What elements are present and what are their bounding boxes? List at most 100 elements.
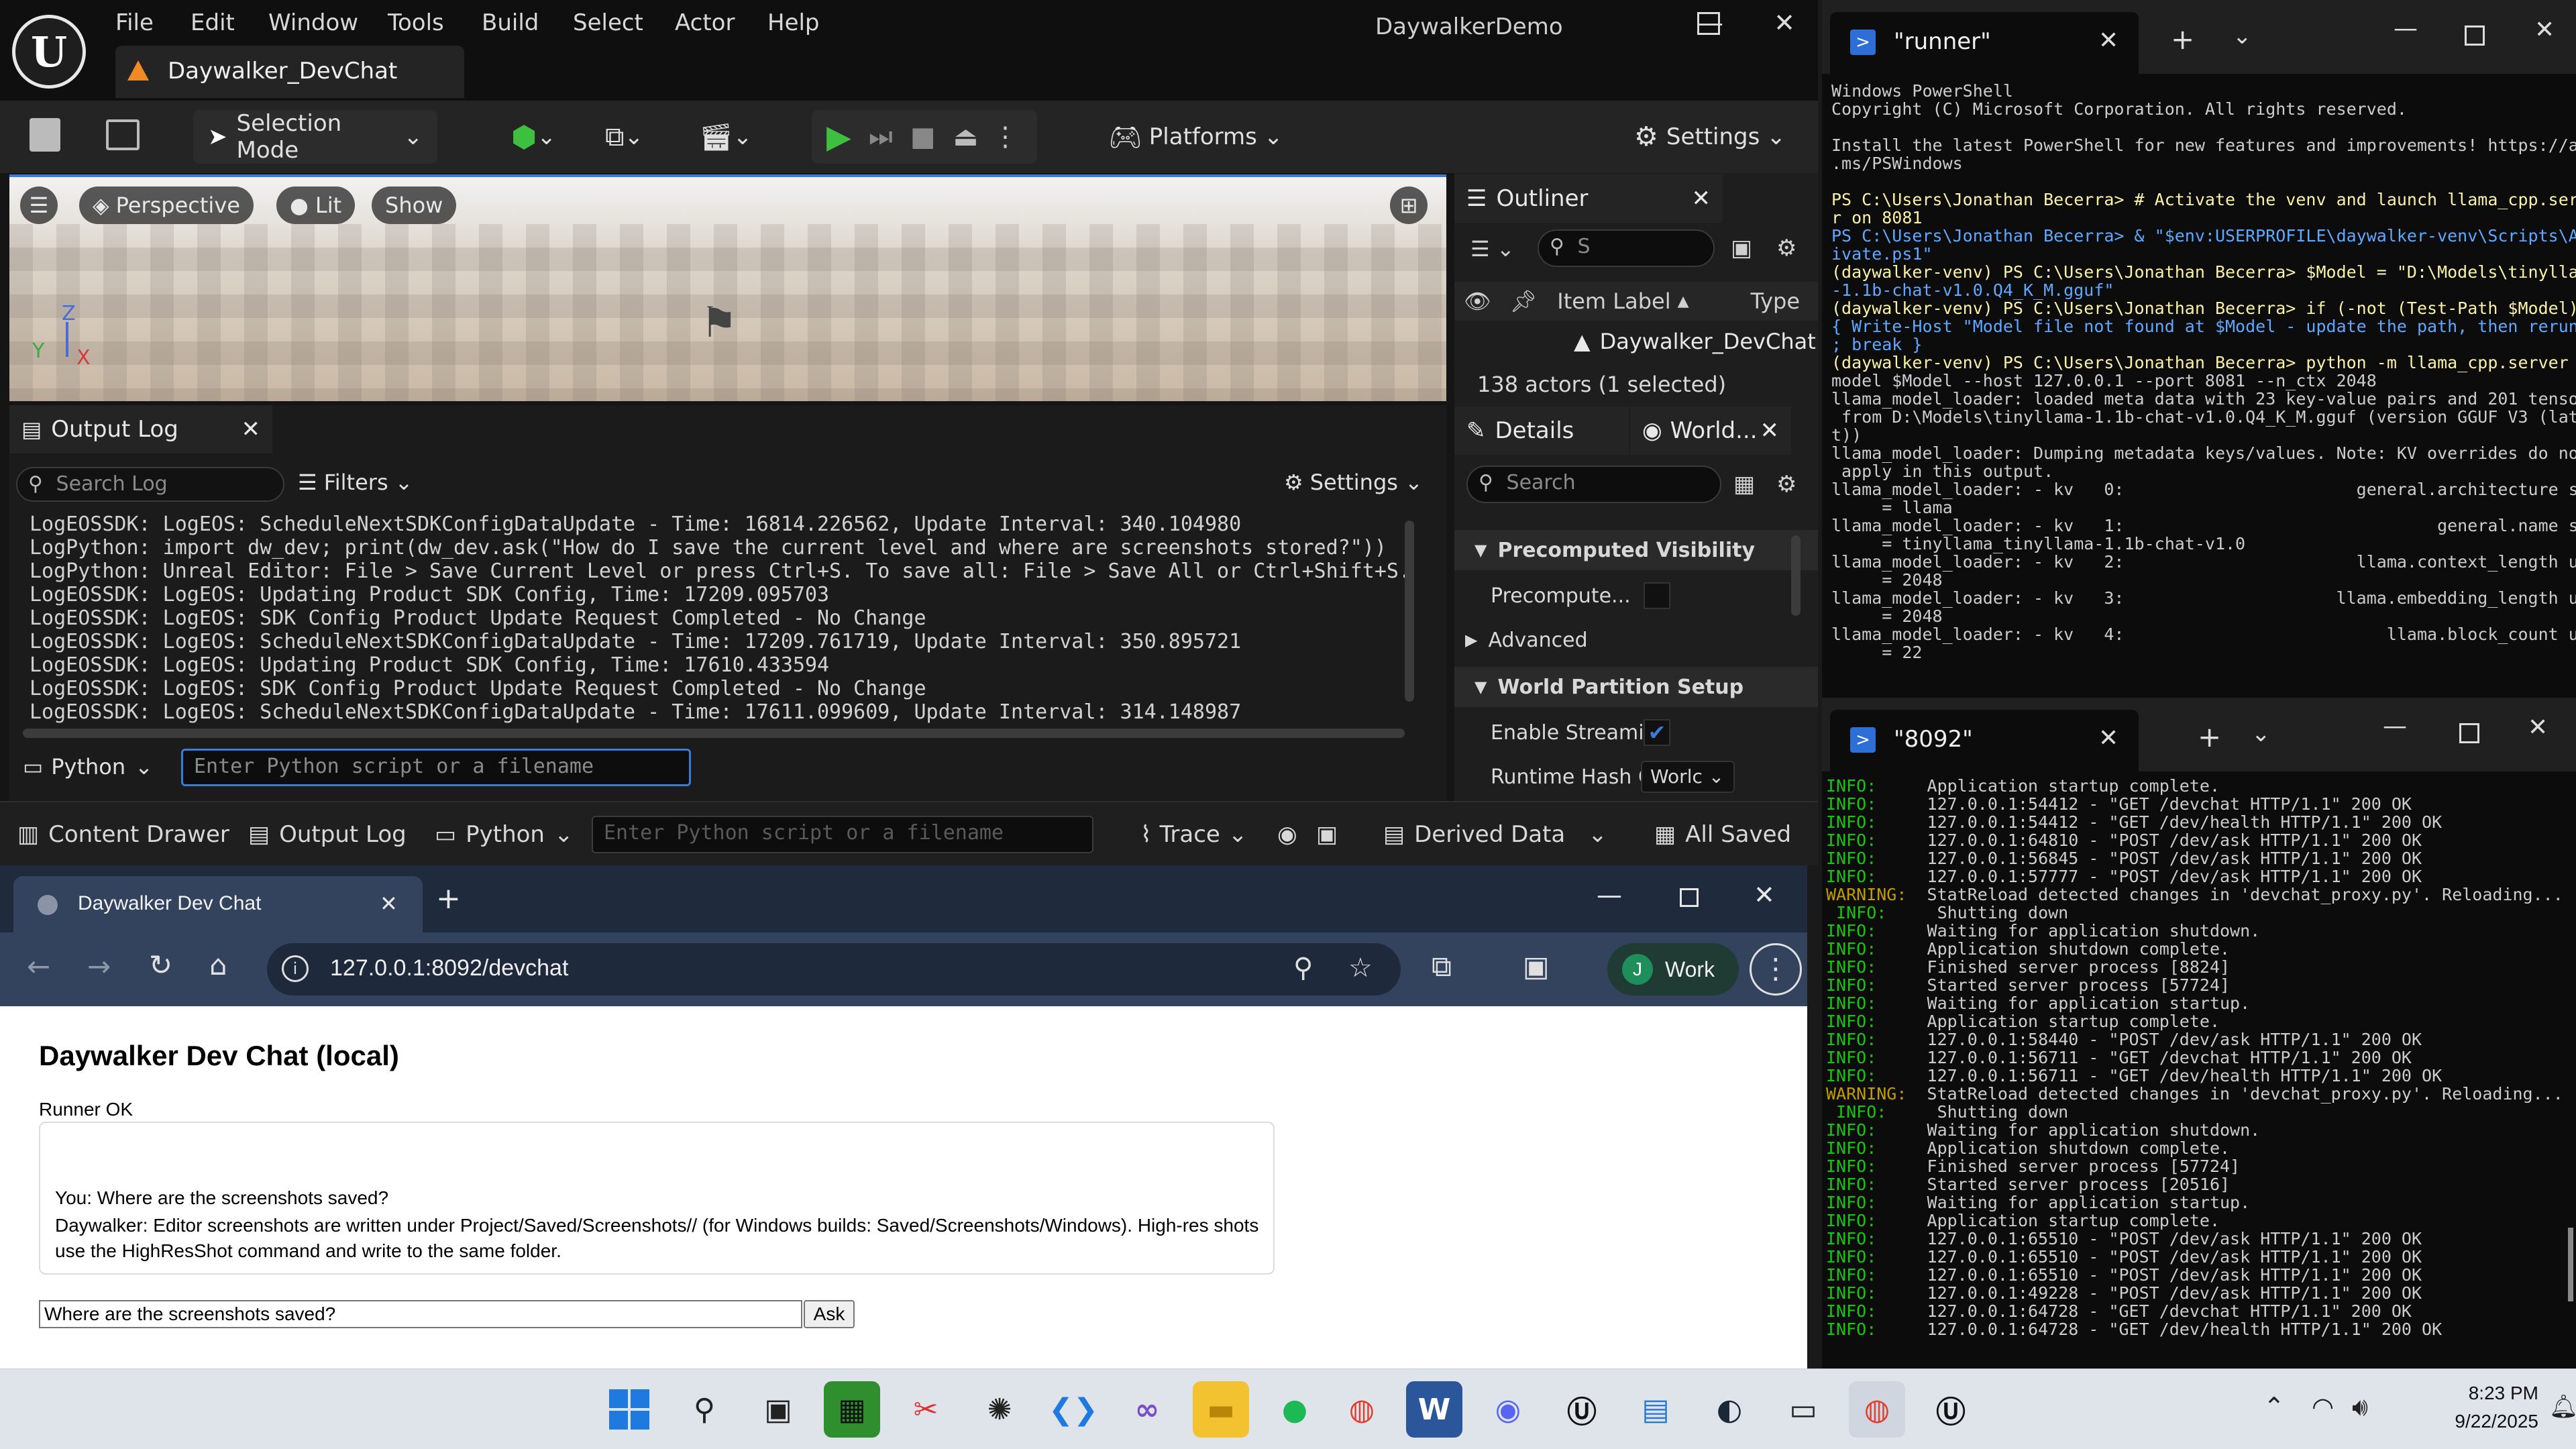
- trace-dropdown[interactable]: ⌇ Trace ⌄: [1140, 813, 1247, 856]
- visual-studio-icon[interactable]: ∞: [1119, 1381, 1175, 1438]
- outliner-item[interactable]: ▲ Daywalker_DevChat: [1574, 329, 1816, 354]
- forward-icon[interactable]: →: [87, 950, 111, 983]
- viewport-menu-icon[interactable]: ☰: [20, 186, 58, 224]
- step-icon[interactable]: ⏭: [869, 121, 893, 152]
- terminal-tab-8092[interactable]: > "8092" ✕: [1830, 710, 2139, 771]
- steam-icon[interactable]: ◐: [1701, 1381, 1758, 1438]
- section-world-partition[interactable]: ▼ World Partition Setup: [1454, 667, 1818, 707]
- close-icon[interactable]: ✕: [2534, 16, 2555, 44]
- python-cmd-dropdown[interactable]: ▭ Python ⌄: [23, 754, 153, 780]
- notepad-icon[interactable]: ▤: [1627, 1381, 1684, 1438]
- spotify-icon[interactable]: ●: [1267, 1381, 1323, 1438]
- close-icon[interactable]: ✕: [1692, 185, 1711, 212]
- enable-streaming-checkbox[interactable]: ✔: [1644, 719, 1670, 746]
- content-drawer-button[interactable]: ▥ Content Drawer: [17, 813, 229, 856]
- new-folder-icon[interactable]: ▣: [1731, 235, 1752, 262]
- terminal-scrollbar[interactable]: [2568, 1228, 2573, 1301]
- level-tab[interactable]: Daywalker_DevChat: [115, 46, 464, 98]
- maximize-icon[interactable]: [1697, 12, 1720, 35]
- python-dropdown[interactable]: ▭ Python ⌄: [435, 813, 573, 856]
- unreal-editor-icon[interactable]: Ⓤ: [1923, 1381, 1979, 1438]
- minecraft-icon[interactable]: ▦: [824, 1381, 880, 1438]
- new-tab-icon[interactable]: +: [2198, 720, 2221, 753]
- log-search-input[interactable]: ⚲ Search Log: [16, 467, 284, 502]
- notifications-icon[interactable]: 🔔︎: [2549, 1393, 2576, 1420]
- close-icon[interactable]: ✕: [241, 416, 261, 443]
- unreal-logo-icon[interactable]: U: [12, 15, 86, 89]
- search-icon[interactable]: ⚲: [676, 1381, 733, 1438]
- gear-icon[interactable]: ⚙: [1776, 235, 1796, 262]
- chrome-icon[interactable]: ◍: [1334, 1381, 1390, 1438]
- player-start-icon[interactable]: ⚑: [700, 298, 738, 347]
- zoom-icon[interactable]: ⚲: [1293, 953, 1313, 983]
- save-icon[interactable]: [30, 118, 60, 152]
- bookmark-star-icon[interactable]: ☆: [1348, 953, 1373, 983]
- output-log-button[interactable]: ▤ Output Log: [248, 813, 407, 856]
- log-hscrollbar[interactable]: [23, 729, 1405, 738]
- maximize-icon[interactable]: [2459, 723, 2479, 743]
- menu-actor[interactable]: Actor: [675, 9, 735, 42]
- chevron-down-icon[interactable]: ⌄: [2251, 720, 2271, 747]
- discord-icon[interactable]: ◉: [1480, 1381, 1536, 1438]
- log-scrollbar[interactable]: [1405, 521, 1414, 702]
- browser-menu-icon[interactable]: ⋮: [1750, 943, 1802, 996]
- maximize-icon[interactable]: [2465, 25, 2485, 46]
- runtime-hash-dropdown[interactable]: Worlc ⌄: [1641, 761, 1735, 793]
- chatgpt-icon[interactable]: ✺: [971, 1381, 1028, 1438]
- menu-edit[interactable]: Edit: [191, 9, 235, 42]
- col-item-label[interactable]: Item Label: [1557, 288, 1670, 314]
- snipping-tool-icon[interactable]: ✂: [898, 1381, 954, 1438]
- menu-window[interactable]: Window: [268, 9, 358, 42]
- close-icon[interactable]: ✕: [1754, 880, 1775, 910]
- chevron-down-icon[interactable]: ⌄: [2233, 23, 2252, 50]
- close-tab-icon[interactable]: ✕: [380, 891, 398, 916]
- start-icon[interactable]: [601, 1381, 657, 1438]
- extensions-icon[interactable]: ⧉: [1432, 950, 1452, 983]
- terminal-icon[interactable]: ▭: [1775, 1381, 1831, 1438]
- python-cmd-input[interactable]: Enter Python script or a filename: [181, 749, 691, 786]
- filters-dropdown[interactable]: ☰ Filters ⌄: [298, 470, 413, 495]
- chat-input[interactable]: [39, 1300, 802, 1328]
- close-icon[interactable]: ✕: [1751, 8, 1818, 46]
- statusbar-python-input[interactable]: Enter Python script or a filename: [592, 816, 1093, 853]
- outliner-tab[interactable]: ☰ Outliner ✕: [1454, 174, 1723, 223]
- minimize-icon[interactable]: —: [1597, 880, 1622, 910]
- clock-date[interactable]: 9/22/2025: [2411, 1411, 2538, 1432]
- show-button[interactable]: Show: [372, 186, 457, 224]
- wifi-icon[interactable]: ◠: [2312, 1392, 2334, 1421]
- task-view-icon[interactable]: ▣: [750, 1381, 806, 1438]
- home-icon[interactable]: ⌂: [209, 949, 227, 981]
- record-icon[interactable]: ◉: [1277, 813, 1297, 856]
- unreal-engine-icon[interactable]: Ⓤ: [1554, 1381, 1610, 1438]
- new-tab-icon[interactable]: +: [2171, 23, 2194, 56]
- eject-icon[interactable]: ⏏: [953, 121, 979, 152]
- outliner-search-input[interactable]: ⚲ S: [1538, 229, 1715, 267]
- menu-select[interactable]: Select: [573, 9, 643, 42]
- log-settings-dropdown[interactable]: ⚙ Settings ⌄: [1284, 470, 1423, 495]
- menu-build[interactable]: Build: [482, 9, 539, 42]
- table-view-icon[interactable]: ▦: [1733, 471, 1755, 498]
- minimize-icon[interactable]: —: [2394, 15, 2418, 42]
- section-precomputed-visibility[interactable]: ▼ Precomputed Visibility: [1454, 530, 1818, 570]
- stop-icon[interactable]: ■: [910, 121, 936, 152]
- play-icon[interactable]: ▶: [826, 118, 851, 156]
- details-scrollbar[interactable]: [1791, 535, 1801, 616]
- details-search-input[interactable]: ⚲ Search: [1466, 466, 1721, 503]
- close-tab-icon[interactable]: ✕: [2098, 27, 2118, 54]
- viewport-layout-icon[interactable]: ⊞: [1390, 186, 1428, 224]
- browse-icon[interactable]: [106, 119, 140, 150]
- cinematics-button[interactable]: 🎬︎ ⌄: [684, 110, 759, 164]
- close-icon[interactable]: ✕: [1760, 417, 1780, 444]
- vscode-icon[interactable]: ❮❯: [1045, 1381, 1102, 1438]
- browser-tab[interactable]: Daywalker Dev Chat ✕: [13, 876, 423, 932]
- level-viewport[interactable]: ☰ ◈ Perspective ● Lit Show ⊞ ⚑ Z Y X: [9, 174, 1446, 401]
- lit-button[interactable]: ● Lit: [276, 186, 356, 224]
- chrome-profile-icon[interactable]: ◍: [1849, 1381, 1905, 1438]
- menu-file[interactable]: File: [115, 9, 154, 42]
- details-tab[interactable]: ✎ Details: [1454, 407, 1629, 455]
- word-icon[interactable]: W: [1406, 1381, 1462, 1438]
- reload-icon[interactable]: ↻: [149, 949, 172, 981]
- volume-icon[interactable]: 🔊︎: [2352, 1392, 2368, 1422]
- menu-help[interactable]: Help: [767, 9, 820, 42]
- all-saved-button[interactable]: ▦ All Saved: [1654, 813, 1791, 856]
